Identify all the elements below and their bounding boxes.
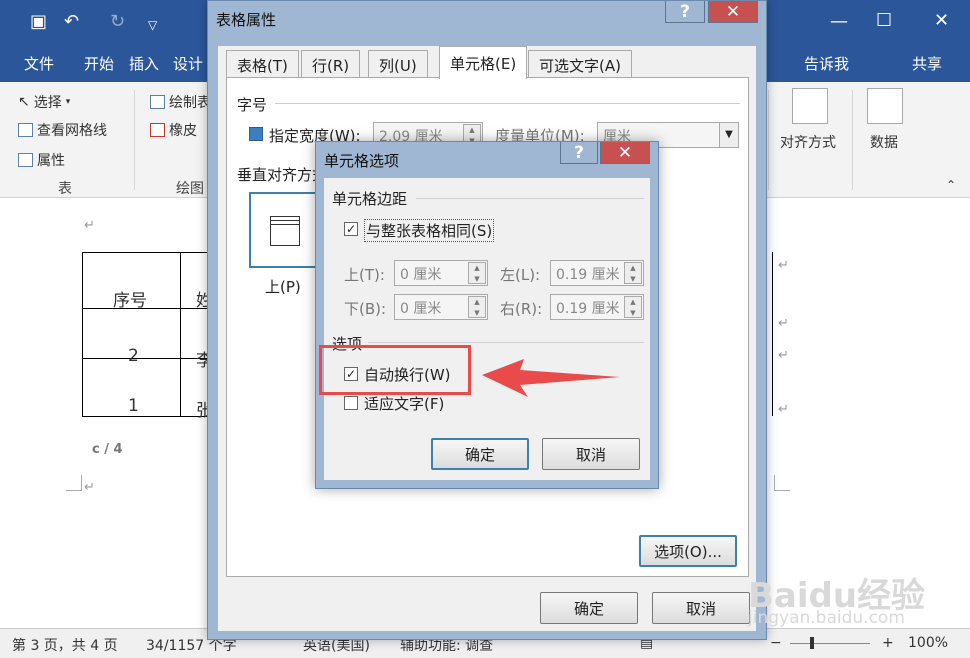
collapse-ribbon-icon[interactable]: ⌃ bbox=[946, 178, 956, 192]
zoom-level[interactable]: 100% bbox=[908, 635, 948, 651]
top-margin-spinner[interactable]: ▲ ▼ bbox=[468, 262, 486, 284]
right-margin-spinner[interactable]: ▲ ▼ bbox=[624, 296, 642, 318]
help-button[interactable]: ? bbox=[665, 1, 705, 23]
fit-text-label: 适应文字(F) bbox=[364, 395, 445, 413]
data-button[interactable]: 数据 bbox=[870, 132, 898, 152]
valign-section-label: 垂直对齐方式 bbox=[237, 166, 328, 184]
tab-design[interactable]: 设计 bbox=[173, 53, 203, 74]
zoom-in-icon[interactable]: + bbox=[882, 635, 894, 651]
valign-top-option[interactable] bbox=[249, 192, 317, 268]
tab-row[interactable]: 行(R) bbox=[301, 50, 361, 78]
watermark-url: jingyan.baidu.com bbox=[748, 608, 905, 628]
left-margin-spinner[interactable]: ▲ ▼ bbox=[624, 262, 642, 284]
table-cell: 1 bbox=[128, 396, 139, 416]
properties-button[interactable]: 属性 bbox=[18, 150, 65, 170]
annotation-arrow bbox=[482, 359, 620, 397]
help-button[interactable]: ? bbox=[560, 142, 598, 164]
same-as-table-checkbox[interactable]: ✓ bbox=[344, 222, 358, 236]
dialog-title: 单元格选项 bbox=[324, 152, 400, 170]
paragraph-mark: ↵ bbox=[778, 258, 789, 273]
draw-table-button[interactable]: 绘制表 bbox=[150, 92, 211, 112]
group-divider bbox=[852, 90, 853, 190]
size-section-label: 字号 bbox=[237, 96, 268, 114]
cell-options-dialog: 单元格选项 ? ✕ 单元格边距 ✓ 与整张表格相同(S) 上(T): 0 厘米 … bbox=[315, 141, 659, 489]
page-count[interactable]: 第 3 页，共 4 页 bbox=[12, 635, 118, 655]
paragraph-mark: ↵ bbox=[84, 480, 95, 495]
highlight-box bbox=[319, 345, 471, 395]
paragraph-mark: ↵ bbox=[778, 316, 789, 331]
tab-cell[interactable]: 单元格(E) bbox=[439, 46, 528, 79]
margin-corner bbox=[66, 475, 82, 491]
share-button[interactable]: 共享 bbox=[912, 53, 942, 74]
tab-alt-text[interactable]: 可选文字(A) bbox=[528, 50, 632, 78]
maximize-icon[interactable]: ☐ bbox=[876, 12, 892, 30]
options-button[interactable]: 选项(O)... bbox=[639, 535, 737, 567]
eraser-button[interactable]: 橡皮 bbox=[150, 120, 197, 140]
tab-home[interactable]: 开始 bbox=[84, 53, 114, 74]
fit-text-checkbox[interactable] bbox=[344, 396, 358, 410]
bottom-margin-label: 下(B): bbox=[344, 300, 387, 318]
zoom-out-icon[interactable]: − bbox=[770, 635, 782, 651]
paragraph-mark: ↵ bbox=[778, 348, 789, 363]
alignment-button[interactable]: 对齐方式 bbox=[780, 132, 836, 152]
valign-top-icon bbox=[270, 216, 300, 246]
cancel-button[interactable]: 取消 bbox=[652, 592, 750, 624]
zoom-slider-thumb[interactable] bbox=[810, 637, 814, 649]
dialog-body: 单元格边距 ✓ 与整张表格相同(S) 上(T): 0 厘米 ▲ ▼ 左(L): 0… bbox=[324, 178, 650, 480]
select-icon: ↖ bbox=[18, 94, 30, 110]
margin-corner bbox=[774, 475, 790, 491]
group-divider bbox=[768, 90, 769, 190]
paragraph-mark: ↵ bbox=[778, 402, 789, 417]
same-as-table-label: 与整张表格相同(S) bbox=[364, 219, 495, 242]
margins-section-label: 单元格边距 bbox=[332, 190, 408, 208]
group-divider bbox=[134, 90, 135, 190]
tab-table[interactable]: 表格(T) bbox=[226, 50, 299, 78]
bottom-margin-spinner[interactable]: ▲ ▼ bbox=[468, 296, 486, 318]
ok-button[interactable]: 确定 bbox=[431, 438, 529, 470]
customize-toolbar-icon[interactable]: ▽ bbox=[148, 16, 157, 34]
close-button[interactable]: ✕ bbox=[708, 1, 758, 23]
tell-me[interactable]: 告诉我 bbox=[804, 53, 849, 74]
table-cell: 2 bbox=[128, 346, 139, 366]
save-icon[interactable]: ▣ bbox=[30, 13, 47, 31]
paragraph-mark: ↵ bbox=[84, 218, 95, 233]
grid-icon bbox=[18, 123, 33, 137]
undo-icon[interactable]: ↶ bbox=[64, 13, 79, 31]
view-gridlines-button[interactable]: 查看网格线 bbox=[18, 120, 107, 140]
eraser-icon bbox=[150, 123, 165, 137]
alignment-icon bbox=[792, 88, 828, 124]
left-margin-label: 左(L): bbox=[500, 266, 541, 284]
tab-column[interactable]: 列(U) bbox=[368, 50, 428, 78]
pencil-icon bbox=[150, 95, 165, 109]
page-marker: c / 4 bbox=[92, 442, 123, 457]
tab-file[interactable]: 文件 bbox=[24, 53, 54, 74]
data-icon bbox=[867, 88, 903, 124]
valign-top-label: 上(P) bbox=[265, 278, 301, 296]
cancel-button[interactable]: 取消 bbox=[542, 438, 640, 470]
top-margin-label: 上(T): bbox=[344, 266, 385, 284]
specify-width-checkbox[interactable] bbox=[249, 127, 263, 141]
tab-insert[interactable]: 插入 bbox=[129, 53, 159, 74]
properties-icon bbox=[18, 153, 33, 167]
select-button[interactable]: ↖ 选择 ▾ bbox=[18, 92, 70, 112]
table-cell: 序号 bbox=[113, 291, 147, 311]
ok-button[interactable]: 确定 bbox=[540, 592, 638, 624]
chevron-down-icon[interactable]: ▼ bbox=[719, 123, 738, 147]
window-close-icon[interactable]: ✕ bbox=[934, 12, 949, 30]
dialog-title: 表格属性 bbox=[216, 11, 277, 29]
group-label-draw: 绘图 bbox=[176, 181, 204, 197]
right-margin-label: 右(R): bbox=[500, 300, 543, 318]
group-label-table: 表 bbox=[58, 181, 72, 197]
redo-icon[interactable]: ↻ bbox=[110, 13, 125, 31]
close-button[interactable]: ✕ bbox=[600, 142, 650, 164]
minimize-icon[interactable]: — bbox=[830, 13, 848, 31]
zoom-slider[interactable] bbox=[790, 643, 870, 644]
